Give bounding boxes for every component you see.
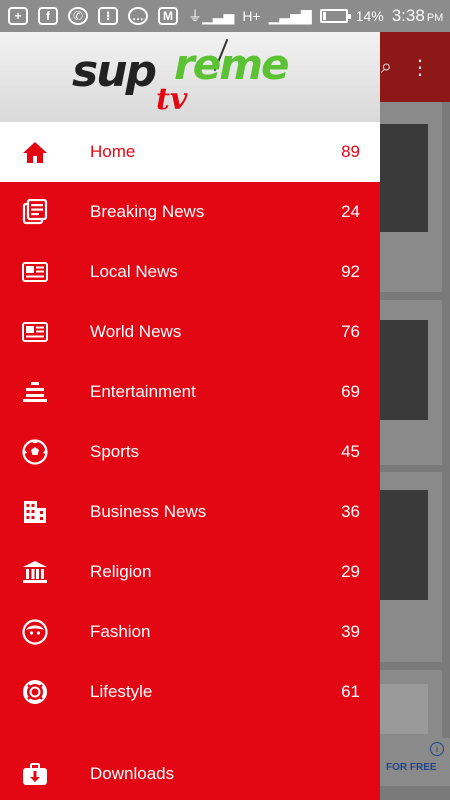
face-icon — [22, 619, 48, 645]
menu-item-count: 29 — [341, 562, 360, 581]
menu-item-lifestyle[interactable]: Lifestyle 61 — [0, 662, 380, 722]
card-image — [380, 684, 428, 734]
menu-item-count: 89 — [341, 142, 360, 161]
menu-item-label: Breaking News — [90, 202, 205, 221]
home-icon — [22, 139, 48, 165]
stage-icon — [22, 379, 48, 405]
menu-item-label: Religion — [90, 562, 152, 581]
menu-item-count: 76 — [341, 322, 360, 341]
ad-banner[interactable]: i FOR FREE — [380, 738, 450, 786]
status-bar: + f ✆ ⁝ … M ⏚ ▁▃▅ H+ ▁▃▅▇ 14% 3:38 PM — [0, 0, 450, 32]
drawer-menu: Home 89 Breaking News 24 Local News 92 W… — [0, 122, 380, 722]
ad-text: FOR FREE — [386, 762, 437, 773]
news-article-icon — [22, 319, 48, 345]
menu-item-count: 69 — [341, 382, 360, 401]
clock-ampm: PM — [426, 12, 444, 24]
card-image — [380, 124, 428, 232]
menu-item-religion[interactable]: Religion 29 — [0, 542, 380, 602]
search-icon[interactable]: ⌕ — [381, 56, 392, 79]
clock: 3:38 PM — [392, 6, 444, 26]
more-vert-icon[interactable]: ⋮ — [410, 55, 430, 80]
life-ring-icon — [22, 679, 48, 705]
battery-icon — [319, 9, 351, 23]
usb-icon: ⏚ — [188, 8, 202, 24]
ad-info-icon[interactable]: i — [430, 742, 444, 756]
battery-percent: 14% — [355, 8, 384, 24]
battery-level — [322, 12, 326, 20]
temple-icon — [22, 559, 48, 585]
menu-item-breaking-news[interactable]: Breaking News 24 — [0, 182, 380, 242]
clock-time: 3:38 — [391, 6, 425, 25]
menu-item-label: Business News — [90, 502, 207, 521]
menu-item-count: 61 — [341, 682, 360, 701]
background-card[interactable] — [380, 102, 442, 292]
drawer-header: sup reme tv — [0, 32, 380, 122]
network-type: H+ — [242, 8, 261, 24]
menu-item-entertainment[interactable]: Entertainment 69 — [0, 362, 380, 422]
menu-item-fashion[interactable]: Fashion 39 — [0, 602, 380, 662]
menu-item-sports[interactable]: Sports 45 — [0, 422, 380, 482]
menu-item-label: Local News — [90, 262, 178, 281]
menu-item-downloads[interactable]: Downloads — [0, 744, 380, 800]
menu-item-business-news[interactable]: Business News 36 — [0, 482, 380, 542]
menu-item-count: 24 — [341, 202, 360, 221]
background-card[interactable] — [380, 472, 442, 662]
card-image — [380, 320, 428, 420]
logo-word-tv: tv — [156, 82, 188, 117]
gmail-icon: M — [158, 7, 178, 25]
menu-item-label: Entertainment — [90, 382, 196, 401]
menu-item-label: World News — [90, 322, 182, 341]
facebook-icon: f — [38, 7, 58, 25]
signal-strength-icon: ▁▃▅▇ — [268, 7, 312, 24]
menu-item-home[interactable]: Home 89 — [0, 122, 380, 182]
building-icon — [22, 499, 48, 525]
logo-word-sup: sup — [72, 46, 157, 97]
background-card[interactable] — [380, 670, 442, 740]
menu-item-label: Downloads — [90, 764, 175, 783]
messages-icon: … — [128, 7, 148, 25]
background-app: ⌕ ⋮ — [380, 32, 450, 800]
menu-item-label: Lifestyle — [90, 682, 153, 701]
menu-item-count: 39 — [341, 622, 360, 641]
newspaper-icon — [22, 199, 48, 225]
bbm-icon: ⁝ — [98, 7, 118, 25]
menu-item-local-news[interactable]: Local News 92 — [0, 242, 380, 302]
menu-item-label: Home — [90, 142, 136, 161]
news-article-icon — [22, 259, 48, 285]
signal-icon: ▁▃▅ — [202, 7, 235, 24]
supreme-tv-logo: sup reme tv — [72, 38, 312, 118]
menu-item-count: 45 — [341, 442, 360, 461]
add-notification-icon: + — [8, 7, 28, 25]
menu-item-label: Sports — [90, 442, 140, 461]
soccer-ball-icon — [22, 439, 48, 465]
menu-item-count: 36 — [341, 502, 360, 521]
whatsapp-icon: ✆ — [68, 7, 88, 25]
background-card[interactable] — [380, 300, 442, 465]
background-toolbar: ⌕ ⋮ — [380, 32, 450, 102]
card-image — [380, 490, 428, 600]
menu-item-label: Fashion — [90, 622, 151, 641]
logo-word-reme: reme — [174, 40, 289, 89]
navigation-drawer: sup reme tv Home 89 Breaking News 24 Loc… — [0, 32, 380, 800]
menu-item-count: 92 — [341, 262, 360, 281]
menu-item-world-news[interactable]: World News 76 — [0, 302, 380, 362]
download-box-icon — [22, 761, 48, 787]
